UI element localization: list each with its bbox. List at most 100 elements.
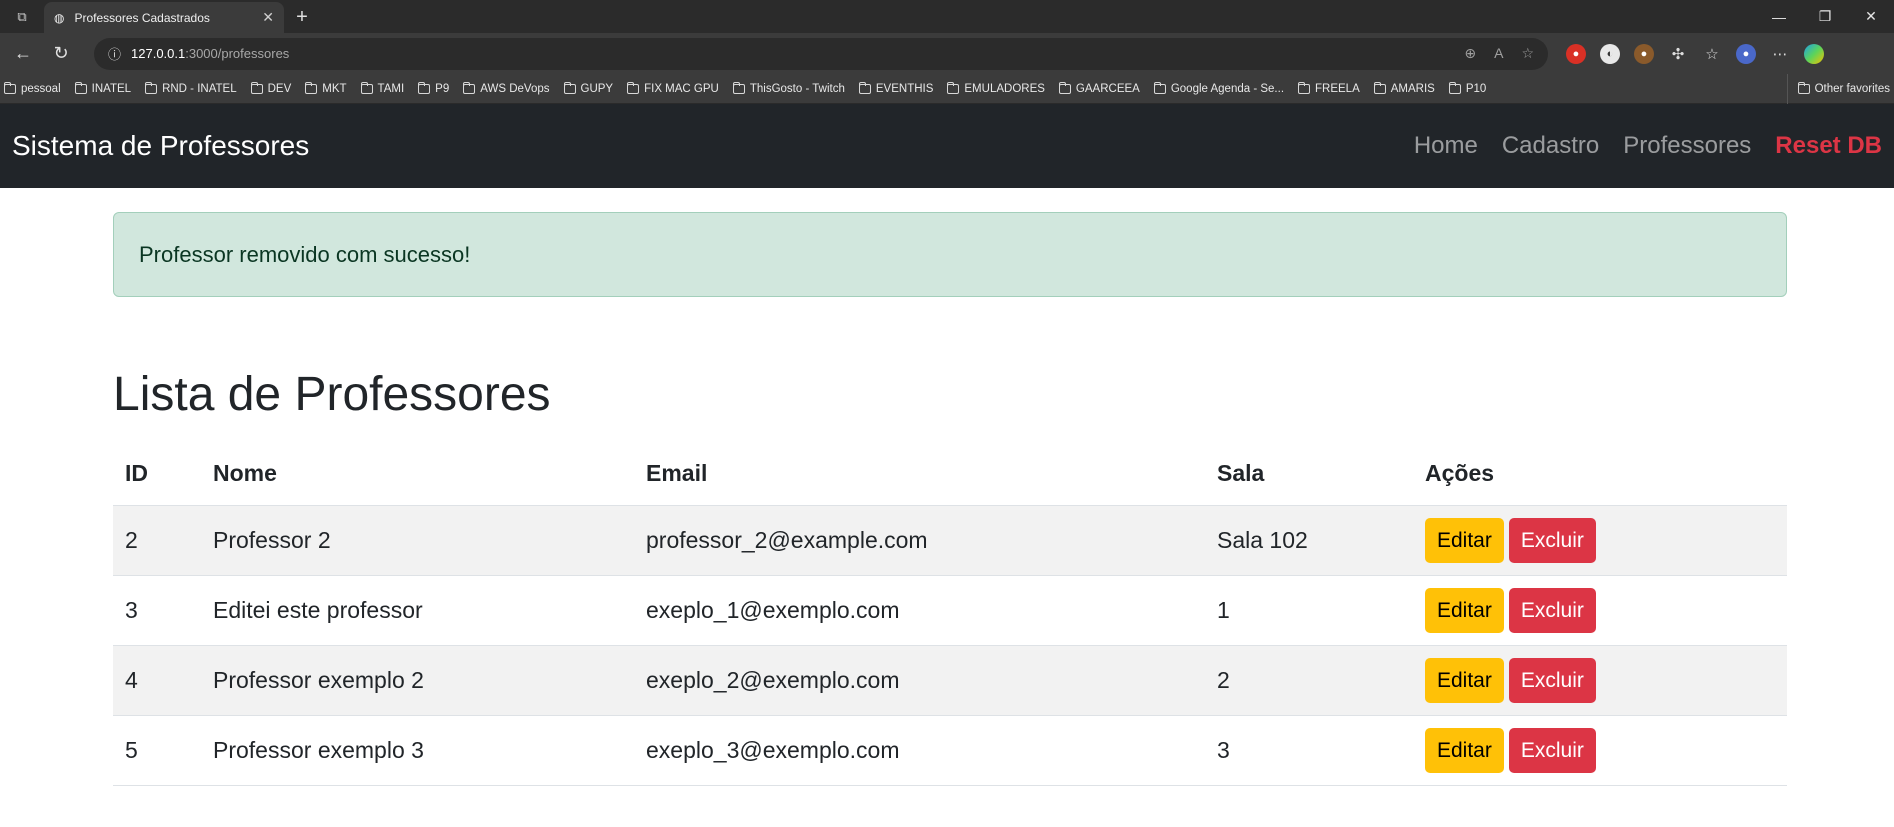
url-input[interactable]: ⓘ 127.0.0.1:3000/professores ⊕ A ☆ <box>94 37 1548 70</box>
edit-button[interactable]: Editar <box>1425 727 1504 773</box>
url-host: 127.0.0.1 <box>131 46 186 61</box>
back-icon[interactable]: ← <box>6 37 40 71</box>
delete-button[interactable]: Excluir <box>1508 727 1596 773</box>
cell-id: 4 <box>113 645 201 716</box>
folder-icon <box>1153 81 1166 94</box>
folder-icon <box>305 81 318 94</box>
navbar-brand[interactable]: Sistema de Professores <box>12 130 309 162</box>
header-acoes: Ações <box>1413 443 1787 506</box>
bookmark-item[interactable]: AMARIS <box>1373 81 1435 95</box>
cell-email: exeplo_3@exemplo.com <box>634 715 1205 786</box>
info-icon[interactable]: ⓘ <box>108 44 121 63</box>
close-tab-icon[interactable]: ✕ <box>262 9 274 26</box>
table-row: 2 Professor 2 professor_2@example.com Sala … <box>113 505 1787 576</box>
bookmark-item[interactable]: P9 <box>418 81 449 95</box>
header-sala: Sala <box>1205 443 1413 506</box>
favorites-icon[interactable]: ☆ <box>1702 44 1722 64</box>
bookmark-item[interactable]: FREELA <box>1298 81 1360 95</box>
folder-icon <box>4 81 16 94</box>
cell-id: 5 <box>113 715 201 786</box>
folder-icon <box>1058 81 1071 94</box>
nav-link-reset-db[interactable]: Reset DB <box>1775 132 1882 160</box>
cell-sala: 3 <box>1205 715 1413 786</box>
bookmark-label: GUPY <box>580 82 614 95</box>
delete-button[interactable]: Excluir <box>1508 587 1596 633</box>
folder-icon <box>463 81 476 94</box>
folder-icon <box>858 81 871 94</box>
edit-button[interactable]: Editar <box>1425 657 1504 703</box>
bookmark-item[interactable]: MKT <box>305 81 347 95</box>
copilot-icon[interactable] <box>1804 43 1824 64</box>
bookmark-item[interactable]: TAMI <box>360 81 404 95</box>
table-row: 3 Editei este professor exeplo_1@exemplo.c… <box>113 575 1787 646</box>
table-row: 4 Professor exemplo 2 exeplo_2@exemplo.com… <box>113 645 1787 716</box>
extensions-area: ● ◐ ● ✣ ☆ ● ⋯ <box>1566 43 1824 64</box>
page-title: Lista de Professores <box>113 368 551 421</box>
professores-table: ID Nome Email Sala Ações 2 Professor 2 pro… <box>113 443 1787 786</box>
bookmarks-bar: pessoal INATEL RND - INATEL DEV MKT TAMI P9 AWS… <box>0 74 1894 104</box>
cell-sala: 1 <box>1205 575 1413 646</box>
bookmark-label: AMARIS <box>1390 82 1435 95</box>
table-header-row: ID Nome Email Sala Ações <box>113 443 1787 506</box>
bookmark-item[interactable]: P10 <box>1448 81 1486 95</box>
folder-icon <box>418 81 431 94</box>
bookmark-item[interactable]: ThisGosto - Twitch <box>732 81 845 95</box>
edit-button[interactable]: Editar <box>1425 587 1504 633</box>
nav-link-cadastro[interactable]: Cadastro <box>1502 132 1599 160</box>
bookmark-label: FIX MAC GPU <box>644 82 719 95</box>
bookmark-item[interactable]: RND - INATEL <box>145 81 237 95</box>
extension-red-icon[interactable]: ● <box>1566 43 1586 64</box>
bookmark-item[interactable]: AWS DeVops <box>463 81 550 95</box>
minimize-icon[interactable]: — <box>1756 0 1802 33</box>
favorite-star-icon[interactable]: ☆ <box>1521 45 1534 62</box>
window-controls: — ❐ ✕ <box>1756 0 1894 33</box>
read-aloud-icon[interactable]: A <box>1494 45 1503 62</box>
delete-button[interactable]: Excluir <box>1508 517 1596 563</box>
bookmark-item[interactable]: FIX MAC GPU <box>627 81 719 95</box>
main-content: Professor removido com sucesso! Lista de… <box>113 212 1787 786</box>
cell-nome: Professor 2 <box>201 505 634 576</box>
folder-icon <box>1373 81 1386 94</box>
bookmark-label: pessoal <box>21 82 61 95</box>
bookmark-item[interactable]: GUPY <box>563 81 614 95</box>
extensions-puzzle-icon[interactable]: ✣ <box>1668 44 1688 64</box>
bookmark-item[interactable]: GAARCEEA <box>1058 81 1140 95</box>
delete-button[interactable]: Excluir <box>1508 657 1596 703</box>
close-window-icon[interactable]: ✕ <box>1848 0 1894 33</box>
folder-icon <box>627 81 640 94</box>
globe-icon: ◍ <box>54 10 65 25</box>
bookmark-item[interactable]: pessoal <box>4 81 61 95</box>
restore-icon[interactable]: ❐ <box>1802 0 1848 33</box>
zoom-icon[interactable]: ⊕ <box>1464 45 1476 62</box>
reload-icon[interactable]: ↻ <box>44 37 78 71</box>
cell-email: exeplo_2@exemplo.com <box>634 645 1205 716</box>
nav-link-professores[interactable]: Professores <box>1623 132 1751 160</box>
bookmark-label: GAARCEEA <box>1075 82 1140 95</box>
header-id: ID <box>113 443 201 506</box>
cell-nome: Editei este professor <box>201 575 634 646</box>
cell-id: 2 <box>113 505 201 576</box>
bookmark-item[interactable]: Google Agenda - Se... <box>1153 81 1284 95</box>
edit-button[interactable]: Editar <box>1425 517 1504 563</box>
bookmark-label: INATEL <box>91 82 132 95</box>
nav-link-home[interactable]: Home <box>1414 132 1478 160</box>
bookmark-label: DEV <box>267 82 292 95</box>
bookmark-item[interactable]: INATEL <box>74 81 132 95</box>
bookmark-item[interactable]: EVENTHIS <box>858 81 933 95</box>
browser-tab[interactable]: ◍ Professores Cadastrados ✕ <box>44 2 284 33</box>
bookmark-item[interactable]: EMULADORES <box>947 81 1045 95</box>
cell-email: exeplo_1@exemplo.com <box>634 575 1205 646</box>
header-nome: Nome <box>201 443 634 506</box>
bookmark-item[interactable]: DEV <box>250 81 292 95</box>
folder-icon <box>732 81 745 94</box>
cookie-icon[interactable]: ● <box>1634 43 1654 64</box>
folder-icon <box>1797 82 1810 94</box>
new-tab-button[interactable]: + <box>284 2 320 33</box>
more-menu-icon[interactable]: ⋯ <box>1770 44 1790 64</box>
profile-avatar-icon[interactable]: ● <box>1736 43 1756 64</box>
tab-actions-icon[interactable]: ⧉ <box>0 0 44 33</box>
folder-icon <box>1298 81 1311 94</box>
cell-actions: Editar Excluir <box>1413 505 1787 576</box>
extension-circle-icon[interactable]: ◐ <box>1600 43 1620 64</box>
other-favorites[interactable]: Other favorites <box>1786 74 1890 104</box>
